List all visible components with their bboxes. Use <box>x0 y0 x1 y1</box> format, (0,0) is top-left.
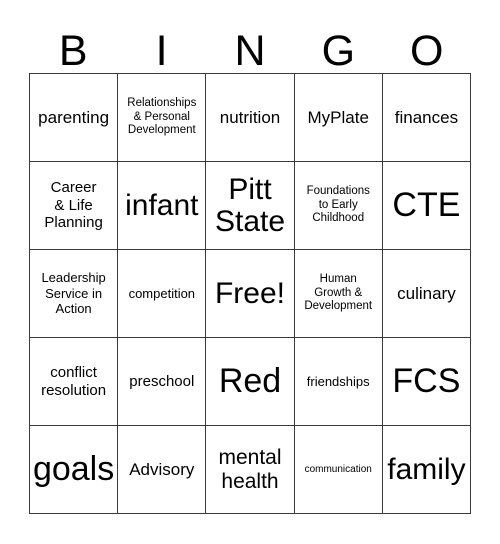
bingo-row: Leadership Service in Action competition… <box>30 250 472 338</box>
bingo-cell-g4[interactable]: friendships <box>294 338 383 426</box>
bingo-cell-label: Red <box>218 362 282 401</box>
bingo-row: conflict resolution preschool Red friend… <box>30 338 472 426</box>
bingo-cell-label: finances <box>394 107 459 127</box>
bingo-cell-g5[interactable]: communication <box>294 426 383 514</box>
bingo-header-letter-g: G <box>321 27 356 75</box>
bingo-cell-label: nutrition <box>219 107 281 127</box>
bingo-cell-g2[interactable]: Foundations to Early Childhood <box>294 162 383 250</box>
bingo-cell-label: Relationships & Personal Development <box>127 97 197 137</box>
bingo-cell-label: Career & Life Planning <box>44 178 103 232</box>
bingo-cell-label: family <box>387 452 466 486</box>
bingo-cell-i2[interactable]: infant <box>118 162 207 250</box>
bingo-row: Career & Life Planning infant Pitt State… <box>30 162 472 250</box>
bingo-free-space-label: Free! <box>214 276 286 310</box>
bingo-cell-label: Human Growth & Development <box>304 273 373 313</box>
bingo-cell-b3[interactable]: Leadership Service in Action <box>30 250 119 338</box>
bingo-row: goals Advisory mental health communicati… <box>30 426 472 514</box>
bingo-cell-n2[interactable]: Pitt State <box>206 162 295 250</box>
bingo-card: B I N G O parenting Relationships & Pers… <box>29 14 472 514</box>
bingo-cell-label: communication <box>304 463 372 475</box>
bingo-row: parenting Relationships & Personal Devel… <box>30 74 472 162</box>
bingo-cell-b1[interactable]: parenting <box>30 74 119 162</box>
bingo-cell-label: friendships <box>306 373 370 389</box>
bingo-cell-i4[interactable]: preschool <box>118 338 207 426</box>
bingo-header-row: B I N G O <box>29 14 471 73</box>
bingo-cell-i5[interactable]: Advisory <box>118 426 207 514</box>
bingo-grid: parenting Relationships & Personal Devel… <box>29 73 472 514</box>
bingo-cell-g1[interactable]: MyPlate <box>294 74 383 162</box>
bingo-cell-label: Pitt State <box>214 173 286 238</box>
bingo-header-letter-b: B <box>58 27 88 75</box>
bingo-cell-label: Advisory <box>129 459 195 479</box>
bingo-cell-o3[interactable]: culinary <box>382 250 472 338</box>
bingo-cell-label: parenting <box>38 107 110 127</box>
bingo-header-letter-o: O <box>410 27 444 75</box>
bingo-cell-label: preschool <box>129 372 195 390</box>
bingo-cell-o1[interactable]: finances <box>382 74 472 162</box>
bingo-cell-n5[interactable]: mental health <box>206 426 295 514</box>
bingo-cell-g3[interactable]: Human Growth & Development <box>294 250 383 338</box>
bingo-cell-label: CTE <box>392 186 461 225</box>
bingo-cell-label: infant <box>125 188 199 222</box>
bingo-cell-i3[interactable]: competition <box>118 250 207 338</box>
bingo-cell-n4[interactable]: Red <box>206 338 295 426</box>
bingo-cell-b2[interactable]: Career & Life Planning <box>30 162 119 250</box>
bingo-cell-free-space[interactable]: Free! <box>206 250 295 338</box>
bingo-cell-label: culinary <box>397 283 456 303</box>
bingo-header-letter-i: I <box>155 27 168 75</box>
bingo-cell-label: FCS <box>392 362 461 401</box>
bingo-cell-o4[interactable]: FCS <box>382 338 472 426</box>
bingo-cell-o5[interactable]: family <box>382 426 472 514</box>
bingo-cell-label: Foundations to Early Childhood <box>306 185 370 225</box>
bingo-cell-label: Leadership Service in Action <box>41 270 106 317</box>
bingo-cell-n1[interactable]: nutrition <box>206 74 295 162</box>
bingo-cell-o2[interactable]: CTE <box>382 162 472 250</box>
bingo-cell-label: competition <box>128 285 196 301</box>
bingo-cell-b5[interactable]: goals <box>30 426 119 514</box>
bingo-cell-label: goals <box>32 450 115 489</box>
bingo-cell-label: conflict resolution <box>41 363 107 399</box>
bingo-cell-label: mental health <box>218 446 282 493</box>
bingo-header-letter-n: N <box>234 27 266 75</box>
bingo-cell-label: MyPlate <box>307 107 369 127</box>
bingo-cell-b4[interactable]: conflict resolution <box>30 338 119 426</box>
bingo-cell-i1[interactable]: Relationships & Personal Development <box>118 74 207 162</box>
